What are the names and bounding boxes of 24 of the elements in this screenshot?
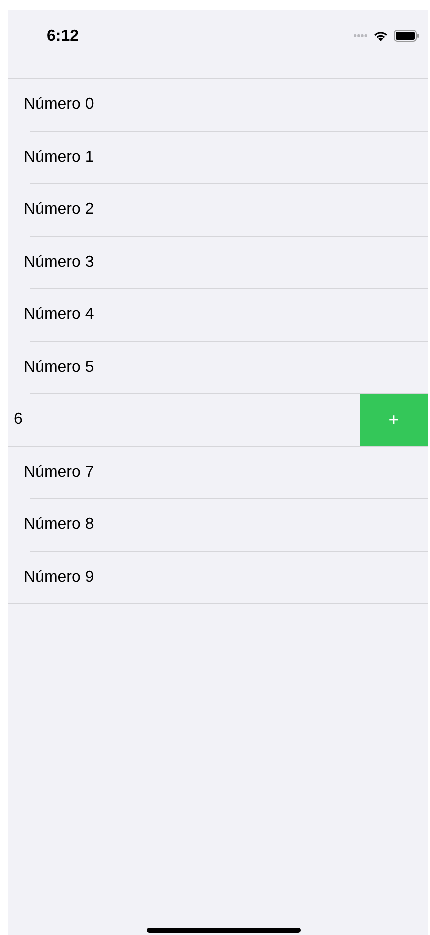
list-row[interactable]: Número 9 — [8, 552, 428, 604]
row-label: Número 0 — [24, 96, 94, 114]
wifi-icon — [373, 30, 389, 42]
status-time: 6:12 — [47, 28, 80, 46]
row-label: Número 1 — [24, 148, 94, 167]
list-row[interactable]: Número 4 — [8, 289, 428, 342]
row-label: Número 3 — [24, 254, 94, 272]
battery-icon — [394, 30, 420, 42]
list-row[interactable]: Número 7 — [8, 446, 428, 499]
row-label: Número 4 — [24, 306, 94, 324]
list-row[interactable]: Número 3 — [8, 236, 428, 289]
row-label: Número 9 — [24, 568, 94, 587]
list-row[interactable]: 6 + — [8, 394, 428, 446]
row-label: 6 — [14, 411, 23, 430]
row-label: Número 5 — [24, 358, 94, 377]
list-row[interactable]: Número 8 — [8, 499, 428, 552]
list-row[interactable]: Número 2 — [8, 184, 428, 236]
list-row[interactable]: Número 0 — [8, 79, 428, 132]
row-label: Número 7 — [24, 464, 94, 482]
list-row[interactable]: Número 5 — [8, 342, 428, 394]
signal-icon — [354, 34, 368, 38]
row-label: Número 2 — [24, 201, 94, 220]
list-row[interactable]: Número 1 — [8, 132, 428, 184]
row-label: Número 8 — [24, 516, 94, 534]
